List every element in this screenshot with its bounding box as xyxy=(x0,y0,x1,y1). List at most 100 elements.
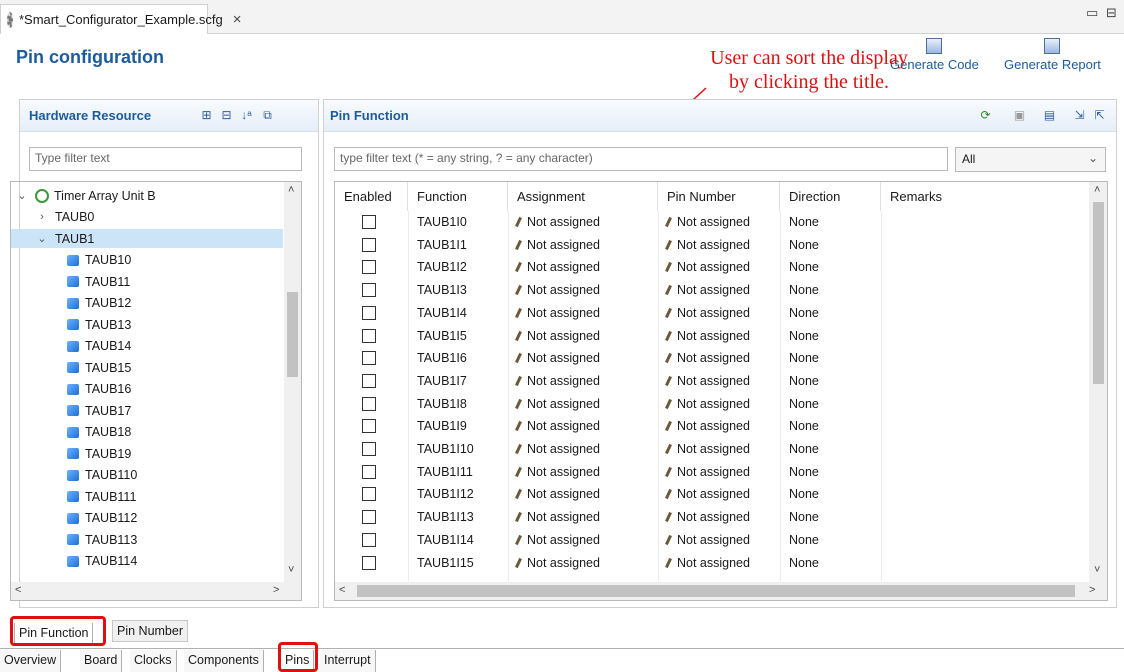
enabled-checkbox[interactable] xyxy=(362,464,376,479)
enabled-checkbox[interactable] xyxy=(362,351,376,366)
tree-item[interactable]: TAUB114 xyxy=(67,552,137,571)
table-horizontal-scrollbar[interactable]: < > xyxy=(335,582,1107,600)
scroll-right-icon[interactable]: > xyxy=(273,584,279,596)
scroll-left-icon[interactable]: < xyxy=(339,584,345,596)
tree-item[interactable]: ⌄ Timer Array Unit B xyxy=(15,186,156,205)
export-icon[interactable]: ⇱ xyxy=(1092,108,1107,123)
table-row[interactable]: TAUB1I14 Not assigned Not assigned None xyxy=(335,530,1089,551)
tree-item[interactable]: › TAUB0 xyxy=(35,208,94,227)
chevron-down-icon[interactable]: ⌄ xyxy=(15,189,29,202)
minimize-icon[interactable]: ▭ xyxy=(1086,5,1098,21)
scroll-down-icon[interactable]: ˅ xyxy=(1094,564,1100,576)
enabled-checkbox[interactable] xyxy=(362,555,376,570)
enabled-checkbox[interactable] xyxy=(362,442,376,456)
scroll-left-icon[interactable]: < xyxy=(15,584,21,596)
table-row[interactable]: TAUB1I2 Not assigned Not assigned None xyxy=(335,257,1089,278)
pin-number-cell-text: Not assigned xyxy=(677,215,750,229)
tree-item[interactable]: TAUB13 xyxy=(67,315,131,334)
table-row[interactable]: TAUB1I15 Not assigned Not assigned None xyxy=(335,553,1089,574)
hardware-filter-input[interactable]: Type filter text xyxy=(29,147,302,171)
editor-tab[interactable]: *Smart_Configurator_Example.scfg × xyxy=(0,4,242,34)
tree-item[interactable]: TAUB16 xyxy=(67,380,131,399)
maximize-icon[interactable]: ⊟ xyxy=(1106,5,1117,21)
table-row[interactable]: TAUB1I7 Not assigned Not assigned None xyxy=(335,371,1089,392)
enabled-checkbox[interactable] xyxy=(362,396,376,411)
tree-scroll-thumb[interactable] xyxy=(287,292,298,377)
enabled-checkbox[interactable] xyxy=(362,260,376,275)
enabled-checkbox[interactable] xyxy=(362,237,376,252)
nav-tab-pins[interactable]: Pins xyxy=(281,650,315,672)
table-row[interactable]: TAUB1I10 Not assigned Not assigned None xyxy=(335,439,1089,460)
column-header-function[interactable]: Function xyxy=(408,182,508,211)
column-header-remarks[interactable]: Remarks xyxy=(881,182,1081,211)
tree-item[interactable]: TAUB11 xyxy=(67,272,130,291)
enabled-checkbox[interactable] xyxy=(362,373,376,388)
column-header-assignment[interactable]: Assignment xyxy=(508,182,658,211)
enabled-checkbox[interactable] xyxy=(362,419,376,434)
nav-tab-components[interactable]: Components xyxy=(184,650,264,672)
table-row[interactable]: TAUB1I9 Not assigned Not assigned None xyxy=(335,416,1089,437)
table-row[interactable]: TAUB1I8 Not assigned Not assigned None xyxy=(335,394,1089,415)
table-row[interactable]: TAUB1I0 Not assigned Not assigned None xyxy=(335,212,1089,233)
tree-item[interactable]: TAUB110 xyxy=(67,466,137,485)
table-row[interactable]: TAUB1I5 Not assigned Not assigned None xyxy=(335,326,1089,347)
chevron-right-icon[interactable]: › xyxy=(35,211,49,223)
nav-tab-clocks[interactable]: Clocks xyxy=(130,650,177,672)
tree-horizontal-scrollbar[interactable]: < > xyxy=(11,582,301,600)
table-row[interactable]: TAUB1I12 Not assigned Not assigned None xyxy=(335,484,1089,505)
nav-tab-interrupt[interactable]: Interrupt xyxy=(320,650,376,672)
table-row[interactable]: TAUB1I4 Not assigned Not assigned None xyxy=(335,303,1089,324)
scroll-right-icon[interactable]: > xyxy=(1089,584,1095,596)
tab-pin-number[interactable]: Pin Number xyxy=(112,620,188,642)
expand-all-icon[interactable]: ⊞ xyxy=(199,108,214,123)
nav-tab-board[interactable]: Board xyxy=(80,650,123,672)
tree-item[interactable]: TAUB113 xyxy=(67,530,137,549)
enabled-checkbox[interactable] xyxy=(362,487,376,502)
import-icon[interactable]: ⇲ xyxy=(1072,108,1087,123)
table-row[interactable]: TAUB1I3 Not assigned Not assigned None xyxy=(335,280,1089,301)
tree-item[interactable]: TAUB112 xyxy=(67,509,137,528)
table-row[interactable]: TAUB1I6 Not assigned Not assigned None xyxy=(335,348,1089,369)
enabled-checkbox[interactable] xyxy=(362,510,376,525)
scroll-up-icon[interactable]: ˄ xyxy=(288,184,294,196)
sort-az-icon[interactable]: ↓ᵃ xyxy=(239,108,254,123)
tree-item[interactable]: ⌄ TAUB1 xyxy=(11,229,283,248)
enabled-checkbox[interactable] xyxy=(362,328,376,343)
hierarchy-icon[interactable]: ⧉ xyxy=(260,108,275,123)
tree-item[interactable]: TAUB15 xyxy=(67,358,131,377)
tab-pin-function[interactable]: Pin Function xyxy=(14,623,94,645)
scroll-down-icon[interactable]: ˅ xyxy=(288,564,294,576)
tree-item[interactable]: TAUB19 xyxy=(67,444,131,463)
table-vertical-scrollbar[interactable]: ˄ ˅ xyxy=(1089,182,1107,582)
tree-item[interactable]: TAUB10 xyxy=(67,251,131,270)
tree-item[interactable]: TAUB17 xyxy=(67,401,131,420)
save-icon[interactable]: ▤ xyxy=(1042,108,1057,123)
enabled-checkbox[interactable] xyxy=(362,215,376,229)
table-scroll-thumb[interactable] xyxy=(1093,202,1104,384)
column-header-pin-number[interactable]: Pin Number xyxy=(658,182,780,211)
chevron-down-icon[interactable]: ⌄ xyxy=(35,232,49,245)
tree-item[interactable]: TAUB111 xyxy=(67,487,136,506)
pin-filter-input[interactable]: type filter text (* = any string, ? = an… xyxy=(334,147,948,171)
table-row[interactable]: TAUB1I13 Not assigned Not assigned None xyxy=(335,507,1089,528)
table-hscroll-thumb[interactable] xyxy=(357,585,1075,597)
column-header-enabled[interactable]: Enabled xyxy=(335,182,408,211)
nav-tab-overview[interactable]: Overview xyxy=(0,650,62,672)
table-row[interactable]: TAUB1I1 Not assigned Not assigned None xyxy=(335,235,1089,256)
tree-item[interactable]: TAUB14 xyxy=(67,337,131,356)
refresh-icon[interactable]: ⟳ xyxy=(978,108,993,123)
table-row[interactable]: TAUB1I11 Not assigned Not assigned None xyxy=(335,462,1089,483)
tree-item[interactable]: TAUB12 xyxy=(67,294,131,313)
scroll-up-icon[interactable]: ˄ xyxy=(1094,184,1100,196)
column-header-direction[interactable]: Direction xyxy=(780,182,881,211)
enabled-checkbox[interactable] xyxy=(362,283,376,298)
close-icon[interactable]: × xyxy=(233,11,242,28)
filter-select[interactable]: All ⌄ xyxy=(955,147,1106,172)
tree-vertical-scrollbar[interactable]: ˄ ˅ xyxy=(284,182,301,582)
collapse-all-icon[interactable]: ⊟ xyxy=(219,108,234,123)
enabled-checkbox[interactable] xyxy=(362,305,376,320)
disabled-action-icon[interactable]: ▣ xyxy=(1012,108,1027,123)
tree-item[interactable]: TAUB18 xyxy=(67,423,131,442)
generate-report-button[interactable]: Generate Report xyxy=(1004,38,1101,72)
enabled-checkbox[interactable] xyxy=(362,532,376,547)
